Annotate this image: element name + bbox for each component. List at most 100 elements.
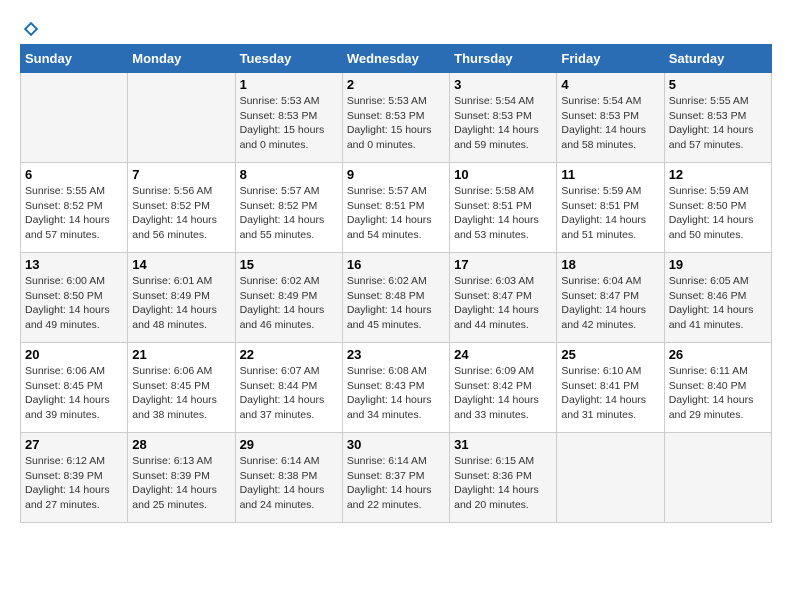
day-info: Sunrise: 5:54 AMSunset: 8:53 PMDaylight:… bbox=[454, 94, 552, 153]
day-number: 18 bbox=[561, 257, 659, 272]
calendar-cell: 24 Sunrise: 6:09 AMSunset: 8:42 PMDayligh… bbox=[450, 343, 557, 433]
day-number: 20 bbox=[25, 347, 123, 362]
calendar-cell: 15 Sunrise: 6:02 AMSunset: 8:49 PMDayligh… bbox=[235, 253, 342, 343]
calendar-table: SundayMondayTuesdayWednesdayThursdayFrid… bbox=[20, 44, 772, 523]
day-number: 30 bbox=[347, 437, 445, 452]
day-info: Sunrise: 6:07 AMSunset: 8:44 PMDaylight:… bbox=[240, 364, 338, 423]
calendar-week-row: 13 Sunrise: 6:00 AMSunset: 8:50 PMDayligh… bbox=[21, 253, 772, 343]
day-number: 28 bbox=[132, 437, 230, 452]
day-info: Sunrise: 6:10 AMSunset: 8:41 PMDaylight:… bbox=[561, 364, 659, 423]
day-info: Sunrise: 6:02 AMSunset: 8:49 PMDaylight:… bbox=[240, 274, 338, 333]
day-info: Sunrise: 5:55 AMSunset: 8:52 PMDaylight:… bbox=[25, 184, 123, 243]
day-number: 23 bbox=[347, 347, 445, 362]
calendar-cell bbox=[557, 433, 664, 523]
day-info: Sunrise: 6:08 AMSunset: 8:43 PMDaylight:… bbox=[347, 364, 445, 423]
calendar-cell: 7Sunrise: 5:56 AMSunset: 8:52 PMDaylight… bbox=[128, 163, 235, 253]
day-number: 1 bbox=[240, 77, 338, 92]
day-info: Sunrise: 5:54 AMSunset: 8:53 PMDaylight:… bbox=[561, 94, 659, 153]
day-number: 24 bbox=[454, 347, 552, 362]
day-info: Sunrise: 6:06 AMSunset: 8:45 PMDaylight:… bbox=[132, 364, 230, 423]
day-number: 10 bbox=[454, 167, 552, 182]
calendar-cell: 12Sunrise: 5:59 AMSunset: 8:50 PMDayligh… bbox=[664, 163, 771, 253]
calendar-cell bbox=[664, 433, 771, 523]
calendar-cell: 30 Sunrise: 6:14 AMSunset: 8:37 PMDayligh… bbox=[342, 433, 449, 523]
day-number: 14 bbox=[132, 257, 230, 272]
day-info: Sunrise: 6:14 AMSunset: 8:37 PMDaylight:… bbox=[347, 454, 445, 513]
day-number: 31 bbox=[454, 437, 552, 452]
day-info: Sunrise: 6:09 AMSunset: 8:42 PMDaylight:… bbox=[454, 364, 552, 423]
calendar-cell: 8Sunrise: 5:57 AMSunset: 8:52 PMDaylight… bbox=[235, 163, 342, 253]
calendar-cell: 1 Sunrise: 5:53 AMSunset: 8:53 PMDaylight… bbox=[235, 73, 342, 163]
day-number: 11 bbox=[561, 167, 659, 182]
calendar-cell: 3 Sunrise: 5:54 AMSunset: 8:53 PMDaylight… bbox=[450, 73, 557, 163]
calendar-cell: 14 Sunrise: 6:01 AMSunset: 8:49 PMDayligh… bbox=[128, 253, 235, 343]
calendar-week-row: 6 Sunrise: 5:55 AMSunset: 8:52 PMDaylight… bbox=[21, 163, 772, 253]
day-number: 16 bbox=[347, 257, 445, 272]
calendar-cell: 2 Sunrise: 5:53 AMSunset: 8:53 PMDaylight… bbox=[342, 73, 449, 163]
calendar-cell: 9 Sunrise: 5:57 AMSunset: 8:51 PMDaylight… bbox=[342, 163, 449, 253]
day-number: 12 bbox=[669, 167, 767, 182]
day-info: Sunrise: 6:01 AMSunset: 8:49 PMDaylight:… bbox=[132, 274, 230, 333]
day-number: 21 bbox=[132, 347, 230, 362]
calendar-cell: 13 Sunrise: 6:00 AMSunset: 8:50 PMDayligh… bbox=[21, 253, 128, 343]
day-info: Sunrise: 5:58 AMSunset: 8:51 PMDaylight:… bbox=[454, 184, 552, 243]
calendar-cell: 17Sunrise: 6:03 AMSunset: 8:47 PMDayligh… bbox=[450, 253, 557, 343]
day-number: 22 bbox=[240, 347, 338, 362]
calendar-cell: 5 Sunrise: 5:55 AMSunset: 8:53 PMDaylight… bbox=[664, 73, 771, 163]
day-number: 17 bbox=[454, 257, 552, 272]
calendar-cell: 31 Sunrise: 6:15 AMSunset: 8:36 PMDayligh… bbox=[450, 433, 557, 523]
calendar-cell: 28 Sunrise: 6:13 AMSunset: 8:39 PMDayligh… bbox=[128, 433, 235, 523]
day-info: Sunrise: 5:57 AMSunset: 8:51 PMDaylight:… bbox=[347, 184, 445, 243]
logo bbox=[20, 20, 40, 34]
day-info: Sunrise: 6:14 AMSunset: 8:38 PMDaylight:… bbox=[240, 454, 338, 513]
day-info: Sunrise: 6:15 AMSunset: 8:36 PMDaylight:… bbox=[454, 454, 552, 513]
calendar-cell bbox=[21, 73, 128, 163]
calendar-cell: 21 Sunrise: 6:06 AMSunset: 8:45 PMDayligh… bbox=[128, 343, 235, 433]
calendar-week-row: 27Sunrise: 6:12 AMSunset: 8:39 PMDayligh… bbox=[21, 433, 772, 523]
day-number: 26 bbox=[669, 347, 767, 362]
calendar-cell: 4 Sunrise: 5:54 AMSunset: 8:53 PMDaylight… bbox=[557, 73, 664, 163]
day-number: 9 bbox=[347, 167, 445, 182]
day-number: 4 bbox=[561, 77, 659, 92]
day-info: Sunrise: 5:53 AMSunset: 8:53 PMDaylight:… bbox=[240, 94, 338, 153]
day-number: 8 bbox=[240, 167, 338, 182]
calendar-cell: 22 Sunrise: 6:07 AMSunset: 8:44 PMDayligh… bbox=[235, 343, 342, 433]
day-number: 3 bbox=[454, 77, 552, 92]
day-info: Sunrise: 6:12 AMSunset: 8:39 PMDaylight:… bbox=[25, 454, 123, 513]
calendar-cell: 10 Sunrise: 5:58 AMSunset: 8:51 PMDayligh… bbox=[450, 163, 557, 253]
day-number: 13 bbox=[25, 257, 123, 272]
calendar-cell: 27Sunrise: 6:12 AMSunset: 8:39 PMDayligh… bbox=[21, 433, 128, 523]
calendar-cell: 25 Sunrise: 6:10 AMSunset: 8:41 PMDayligh… bbox=[557, 343, 664, 433]
day-number: 19 bbox=[669, 257, 767, 272]
calendar-header-row: SundayMondayTuesdayWednesdayThursdayFrid… bbox=[21, 45, 772, 73]
calendar-cell: 16Sunrise: 6:02 AMSunset: 8:48 PMDayligh… bbox=[342, 253, 449, 343]
day-number: 25 bbox=[561, 347, 659, 362]
weekday-header: Friday bbox=[557, 45, 664, 73]
day-number: 2 bbox=[347, 77, 445, 92]
day-number: 15 bbox=[240, 257, 338, 272]
calendar-cell: 11 Sunrise: 5:59 AMSunset: 8:51 PMDayligh… bbox=[557, 163, 664, 253]
weekday-header: Wednesday bbox=[342, 45, 449, 73]
day-info: Sunrise: 5:55 AMSunset: 8:53 PMDaylight:… bbox=[669, 94, 767, 153]
day-info: Sunrise: 6:00 AMSunset: 8:50 PMDaylight:… bbox=[25, 274, 123, 333]
weekday-header: Saturday bbox=[664, 45, 771, 73]
day-info: Sunrise: 6:06 AMSunset: 8:45 PMDaylight:… bbox=[25, 364, 123, 423]
weekday-header: Thursday bbox=[450, 45, 557, 73]
day-info: Sunrise: 6:04 AMSunset: 8:47 PMDaylight:… bbox=[561, 274, 659, 333]
weekday-header: Sunday bbox=[21, 45, 128, 73]
day-number: 6 bbox=[25, 167, 123, 182]
calendar-week-row: 20 Sunrise: 6:06 AMSunset: 8:45 PMDayligh… bbox=[21, 343, 772, 433]
calendar-week-row: 1 Sunrise: 5:53 AMSunset: 8:53 PMDaylight… bbox=[21, 73, 772, 163]
day-number: 7 bbox=[132, 167, 230, 182]
day-info: Sunrise: 5:53 AMSunset: 8:53 PMDaylight:… bbox=[347, 94, 445, 153]
page-header bbox=[20, 20, 772, 34]
day-number: 29 bbox=[240, 437, 338, 452]
day-number: 5 bbox=[669, 77, 767, 92]
calendar-cell: 23 Sunrise: 6:08 AMSunset: 8:43 PMDayligh… bbox=[342, 343, 449, 433]
day-info: Sunrise: 6:13 AMSunset: 8:39 PMDaylight:… bbox=[132, 454, 230, 513]
weekday-header: Tuesday bbox=[235, 45, 342, 73]
calendar-cell: 20 Sunrise: 6:06 AMSunset: 8:45 PMDayligh… bbox=[21, 343, 128, 433]
day-info: Sunrise: 6:05 AMSunset: 8:46 PMDaylight:… bbox=[669, 274, 767, 333]
weekday-header: Monday bbox=[128, 45, 235, 73]
day-info: Sunrise: 5:59 AMSunset: 8:51 PMDaylight:… bbox=[561, 184, 659, 243]
